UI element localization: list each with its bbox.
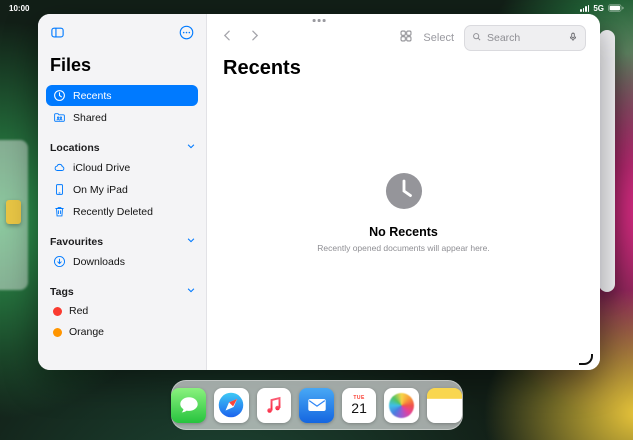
sidebar-item-label: On My iPad [73,184,128,196]
orange-tag-icon [53,328,62,337]
forward-button[interactable] [248,29,261,47]
recents-clock-icon [385,172,423,215]
photos-app-icon[interactable] [384,388,419,423]
cellular-signal-icon [580,5,589,13]
sidebar-item-tag-orange[interactable]: Orange [46,322,198,342]
sidebar-item-icloud-drive[interactable]: iCloud Drive [46,157,198,178]
empty-state: No Recents Recently opened documents wil… [207,54,600,370]
battery-icon [608,4,624,14]
sidebar-item-label: Downloads [73,256,125,268]
calendar-day: 21 [351,401,367,416]
back-button[interactable] [221,29,234,47]
window-drag-handle[interactable] [313,19,326,22]
section-header-locations[interactable]: Locations [50,141,196,154]
chevron-down-icon[interactable] [186,235,196,248]
search-field[interactable] [464,25,586,51]
empty-state-subtitle: Recently opened documents will appear he… [317,243,489,253]
sidebar-item-label: Red [69,305,88,317]
chevron-down-icon[interactable] [186,285,196,298]
download-circle-icon [53,255,66,268]
section-title: Tags [50,286,74,298]
safari-app-icon[interactable] [214,388,249,423]
select-button[interactable]: Select [423,32,454,44]
section-header-favourites[interactable]: Favourites [50,235,196,248]
section-title: Favourites [50,236,103,248]
more-options-icon[interactable] [179,25,194,45]
sidebar-item-downloads[interactable]: Downloads [46,251,198,272]
wallpaper-yellow-object [6,200,21,224]
mail-app-icon[interactable] [299,388,334,423]
search-input[interactable] [487,32,563,44]
red-tag-icon [53,307,62,316]
sidebar-item-recents[interactable]: Recents [46,85,198,106]
search-icon [472,29,482,47]
sidebar-item-label: Recently Deleted [73,206,153,218]
toggle-sidebar-icon[interactable] [50,25,65,45]
photos-flower-icon [389,393,414,418]
cloud-icon [53,161,66,174]
sidebar-item-label: Shared [73,112,107,124]
sidebar-item-label: iCloud Drive [73,162,130,174]
messages-app-icon[interactable] [171,388,206,423]
empty-state-title: No Recents [369,225,438,239]
status-time: 10:00 [9,4,29,13]
ipad-icon [53,183,66,196]
sidebar-item-shared[interactable]: Shared [46,107,198,128]
calendar-app-icon[interactable]: TUE 21 [342,388,377,423]
trash-icon [53,205,66,218]
section-header-tags[interactable]: Tags [50,285,196,298]
network-type-label: 5G [593,4,604,13]
clock-icon [53,89,66,102]
sidebar-item-on-my-ipad[interactable]: On My iPad [46,179,198,200]
sidebar-item-label: Orange [69,326,104,338]
sidebar-item-recently-deleted[interactable]: Recently Deleted [46,201,198,222]
status-bar: 10:00 5G [0,0,633,14]
sidebar: Files Recents Shared Locations iCloud Dr… [38,14,207,370]
sidebar-item-tag-red[interactable]: Red [46,301,198,321]
shared-folder-icon [53,111,66,124]
chevron-down-icon[interactable] [186,141,196,154]
toolbar: Select [207,14,600,54]
app-title: Files [50,55,194,76]
content-area: Select Recents No Recents Recently opene… [207,14,600,370]
section-title: Locations [50,142,100,154]
grid-view-icon[interactable] [399,29,413,48]
sidebar-item-label: Recents [73,90,112,102]
microphone-icon[interactable] [568,29,578,47]
music-app-icon[interactable] [257,388,292,423]
files-app-window: Files Recents Shared Locations iCloud Dr… [38,14,600,370]
dock: TUE 21 [171,380,463,430]
notes-app-icon[interactable] [427,388,462,423]
background-window[interactable] [599,30,615,292]
